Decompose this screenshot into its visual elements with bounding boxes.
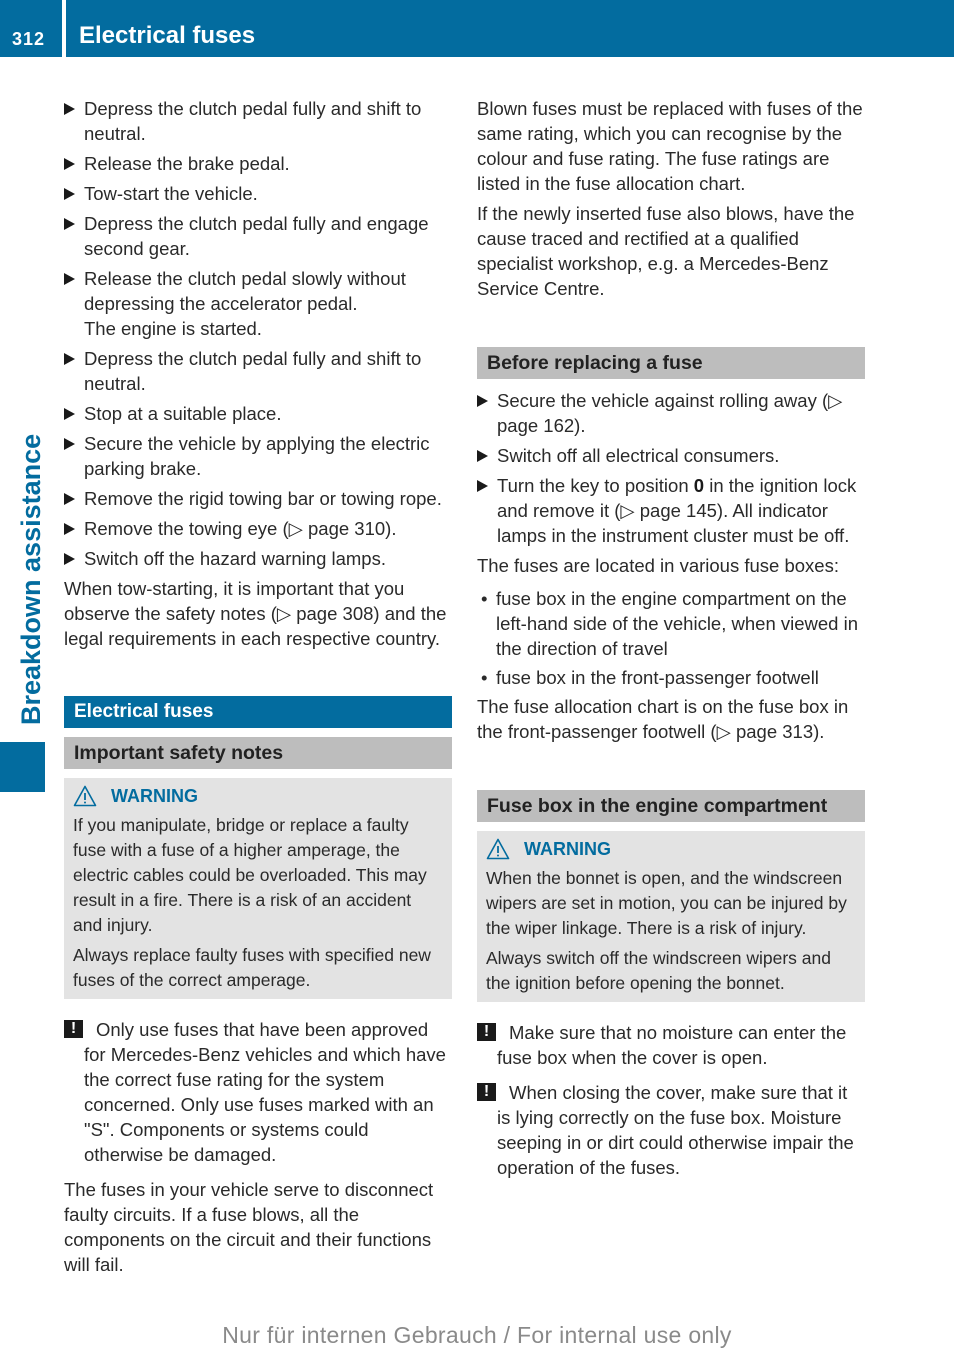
right-column: Blown fuses must be replaced with fuses …	[477, 96, 865, 1190]
step-item: Secure the vehicle by applying the elect…	[64, 431, 452, 481]
page-reference-link[interactable]: Secure the vehicle against rolling away …	[497, 390, 842, 436]
warning-header: WARNING	[486, 836, 856, 862]
tow-start-note: When tow-starting, it is important that …	[64, 578, 447, 649]
step-item: Switch off the hazard warning lamps.	[64, 546, 452, 571]
step-item: Depress the clutch pedal fully and shift…	[64, 96, 452, 146]
step-arrow-icon	[64, 523, 75, 535]
intro-para: If the newly inserted fuse also blows, h…	[477, 203, 855, 299]
step-item: Release the clutch pedal slowly without …	[64, 266, 452, 341]
step-item: Turn the key to position 0 in the igniti…	[477, 473, 865, 548]
warning-box: WARNING If you manipulate, bridge or rep…	[64, 778, 452, 999]
location-item: • fuse box in the engine compartment on t…	[481, 588, 858, 659]
step-arrow-icon	[64, 438, 75, 450]
notice-text: Make sure that no moisture can enter the…	[497, 1022, 847, 1068]
chart-location-note: The fuse allocation chart is on the fuse…	[477, 696, 849, 742]
step-item: Depress the clutch pedal fully and shift…	[64, 346, 452, 396]
warning-text: If you manipulate, bridge or replace a f…	[73, 815, 427, 935]
intro-para: Blown fuses must be replaced with fuses …	[477, 98, 863, 194]
page-number: 312	[12, 29, 46, 49]
warning-box: WARNING When the bonnet is open, and the…	[477, 831, 865, 1002]
step-arrow-icon	[477, 480, 488, 492]
bullet-icon: •	[481, 588, 488, 609]
subsection-heading: Before replacing a fuse	[477, 347, 865, 379]
chapter-tab-marker	[0, 742, 45, 792]
step-arrow-icon	[64, 158, 75, 170]
step-item: Depress the clutch pedal fully and engag…	[64, 211, 452, 261]
page-title: Electrical fuses	[79, 22, 256, 49]
step-arrow-icon	[64, 353, 75, 365]
warning-text: When the bonnet is open, and the windscr…	[486, 868, 847, 938]
step-result: The engine is started.	[84, 318, 262, 339]
exclamation-icon: !	[477, 1083, 496, 1101]
step-item: Release the brake pedal.	[64, 151, 452, 176]
step-arrow-icon	[64, 273, 75, 285]
step-item: Switch off all electrical consumers.	[477, 443, 865, 468]
header-divider	[62, 0, 66, 57]
step-arrow-icon	[64, 408, 75, 420]
step-item: Remove the towing eye (▷ page 310).	[64, 516, 452, 541]
section-heading: Electrical fuses	[64, 696, 452, 728]
step-arrow-icon	[64, 103, 75, 115]
warning-label: WARNING	[111, 785, 198, 806]
internal-use-watermark: Nur für internen Gebrauch / For internal…	[222, 1322, 732, 1348]
page-header: 312 Electrical fuses	[0, 0, 954, 57]
chapter-label: Breakdown assistance	[16, 433, 46, 725]
key-position: 0	[693, 475, 705, 496]
page-reference-link[interactable]: Remove the towing eye (▷ page 310).	[84, 518, 396, 539]
warning-triangle-icon	[486, 838, 510, 860]
notice-text: When closing the cover, make sure that i…	[497, 1082, 854, 1178]
step-item: Tow-start the vehicle.	[64, 181, 452, 206]
step-item: Stop at a suitable place.	[64, 401, 452, 426]
step-item: Remove the rigid towing bar or towing ro…	[64, 486, 452, 511]
bullet-icon: •	[481, 667, 488, 688]
fuse-function-para: The fuses in your vehicle serve to disco…	[64, 1179, 434, 1275]
warning-label: WARNING	[524, 838, 611, 859]
step-item: Secure the vehicle against rolling away …	[477, 388, 865, 438]
exclamation-icon: !	[64, 1020, 83, 1038]
step-arrow-icon	[64, 553, 75, 565]
notice-item: ! Make sure that no moisture can enter t…	[477, 1020, 865, 1070]
warning-header: WARNING	[73, 783, 443, 809]
step-arrow-icon	[477, 450, 488, 462]
location-item: • fuse box in the front-passenger footwel…	[481, 667, 819, 688]
left-column: Depress the clutch pedal fully and shift…	[64, 96, 452, 1282]
warning-text: Always switch off the windscreen wipers …	[486, 948, 831, 993]
step-arrow-icon	[64, 493, 75, 505]
notice-item: ! Only use fuses that have been approved…	[64, 1017, 452, 1167]
notice-item: ! When closing the cover, make sure that…	[477, 1080, 865, 1180]
step-arrow-icon	[64, 218, 75, 230]
warning-triangle-icon	[73, 785, 97, 807]
subsection-heading: Fuse box in the engine compartment	[477, 790, 865, 822]
step-arrow-icon	[64, 188, 75, 200]
notice-text: Only use fuses that have been approved f…	[84, 1019, 446, 1165]
warning-text: Always replace faulty fuses with specifi…	[73, 945, 431, 990]
step-arrow-icon	[477, 395, 488, 407]
subsection-heading: Important safety notes	[64, 737, 452, 769]
locations-intro: The fuses are located in various fuse bo…	[477, 555, 839, 576]
exclamation-icon: !	[477, 1023, 496, 1041]
